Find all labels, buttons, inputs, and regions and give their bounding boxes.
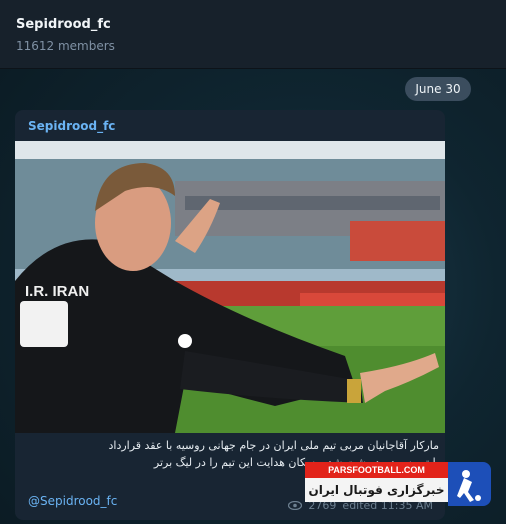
message-photo[interactable]: I.R. IRAN: [15, 141, 445, 433]
parsfootball-watermark: PARSFOOTBALL.COM خبرگزاری فوتبال ایران: [305, 462, 491, 508]
shirt-text: I.R. IRAN: [25, 283, 89, 300]
caption-line-1: مارکار آقاجانیان مربی تیم ملی ایران در ج…: [108, 439, 439, 452]
date-pill: June 30: [405, 77, 471, 101]
watermark-url: PARSFOOTBALL.COM: [305, 462, 448, 478]
chat-title[interactable]: Sepidrood_fc: [16, 17, 111, 32]
message-bubble[interactable]: Sepidrood_fc I.R. IRAN مارکار آقاجانیان …: [15, 110, 445, 520]
channel-mention-link[interactable]: @Sepidrood_fc: [28, 494, 117, 508]
chat-header[interactable]: Sepidrood_fc 11612 members: [0, 0, 506, 69]
eye-icon: [288, 501, 303, 510]
member-count: 11612 members: [16, 39, 115, 53]
sender-name[interactable]: Sepidrood_fc: [28, 119, 115, 133]
watermark-logo-badge: [448, 462, 491, 506]
watermark-tagline: خبرگزاری فوتبال ایران: [305, 478, 448, 502]
